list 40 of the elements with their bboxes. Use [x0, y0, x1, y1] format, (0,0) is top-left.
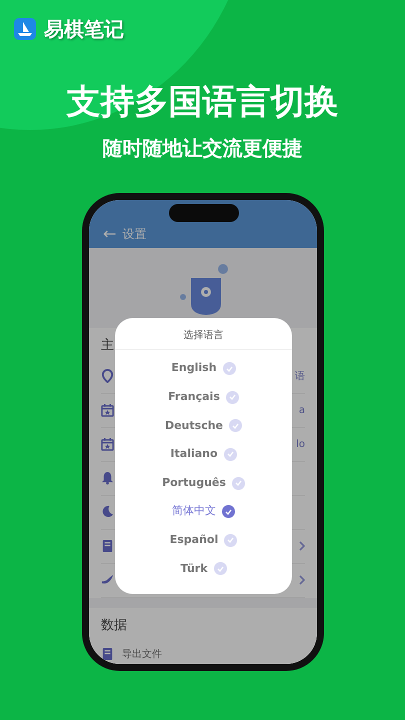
document-icon	[101, 647, 114, 662]
pin-icon	[101, 369, 114, 384]
setting-value: 语	[295, 370, 305, 384]
setting-value: lo	[296, 438, 305, 452]
check-icon	[229, 419, 242, 432]
chevron-right-icon	[299, 575, 305, 586]
calendar-icon	[101, 437, 114, 452]
language-option[interactable]: Português	[162, 468, 245, 498]
form-icon	[101, 539, 114, 554]
check-icon	[214, 562, 227, 576]
setting-value: a	[298, 404, 305, 418]
check-icon	[224, 534, 238, 547]
bell-icon	[101, 471, 114, 486]
language-option[interactable]: Italiano	[170, 440, 237, 469]
language-option[interactable]: Français	[168, 382, 239, 412]
section-title: 数据	[101, 616, 127, 635]
language-option[interactable]: Español	[170, 526, 238, 555]
subheadline: 随时随地让交流更便捷	[102, 135, 304, 162]
check-icon	[222, 505, 235, 518]
section-title: 主	[101, 337, 114, 356]
boat-logo-icon	[14, 18, 36, 40]
language-option[interactable]: Türk	[180, 554, 227, 584]
export-file-item[interactable]: 导出文件	[122, 646, 162, 662]
app-name: 易棋笔记	[44, 19, 124, 39]
chevron-right-icon	[299, 541, 305, 552]
language-option[interactable]: Deutsche	[164, 412, 242, 440]
check-icon	[232, 476, 245, 490]
language-option[interactable]: English	[171, 354, 236, 383]
headline: 支持多国语言切换	[65, 84, 340, 122]
screen-title: 设置	[122, 226, 146, 244]
back-button[interactable]: ←	[97, 226, 122, 242]
dialog-title: 选择语言	[115, 318, 292, 350]
settings-shield-icon	[179, 264, 229, 316]
calendar-icon	[101, 403, 114, 418]
check-icon	[226, 390, 239, 404]
camera-notch	[169, 204, 239, 222]
language-option[interactable]: 简体中文	[172, 497, 235, 526]
check-icon	[222, 362, 236, 376]
moon-icon	[101, 505, 114, 520]
check-icon	[224, 448, 237, 461]
